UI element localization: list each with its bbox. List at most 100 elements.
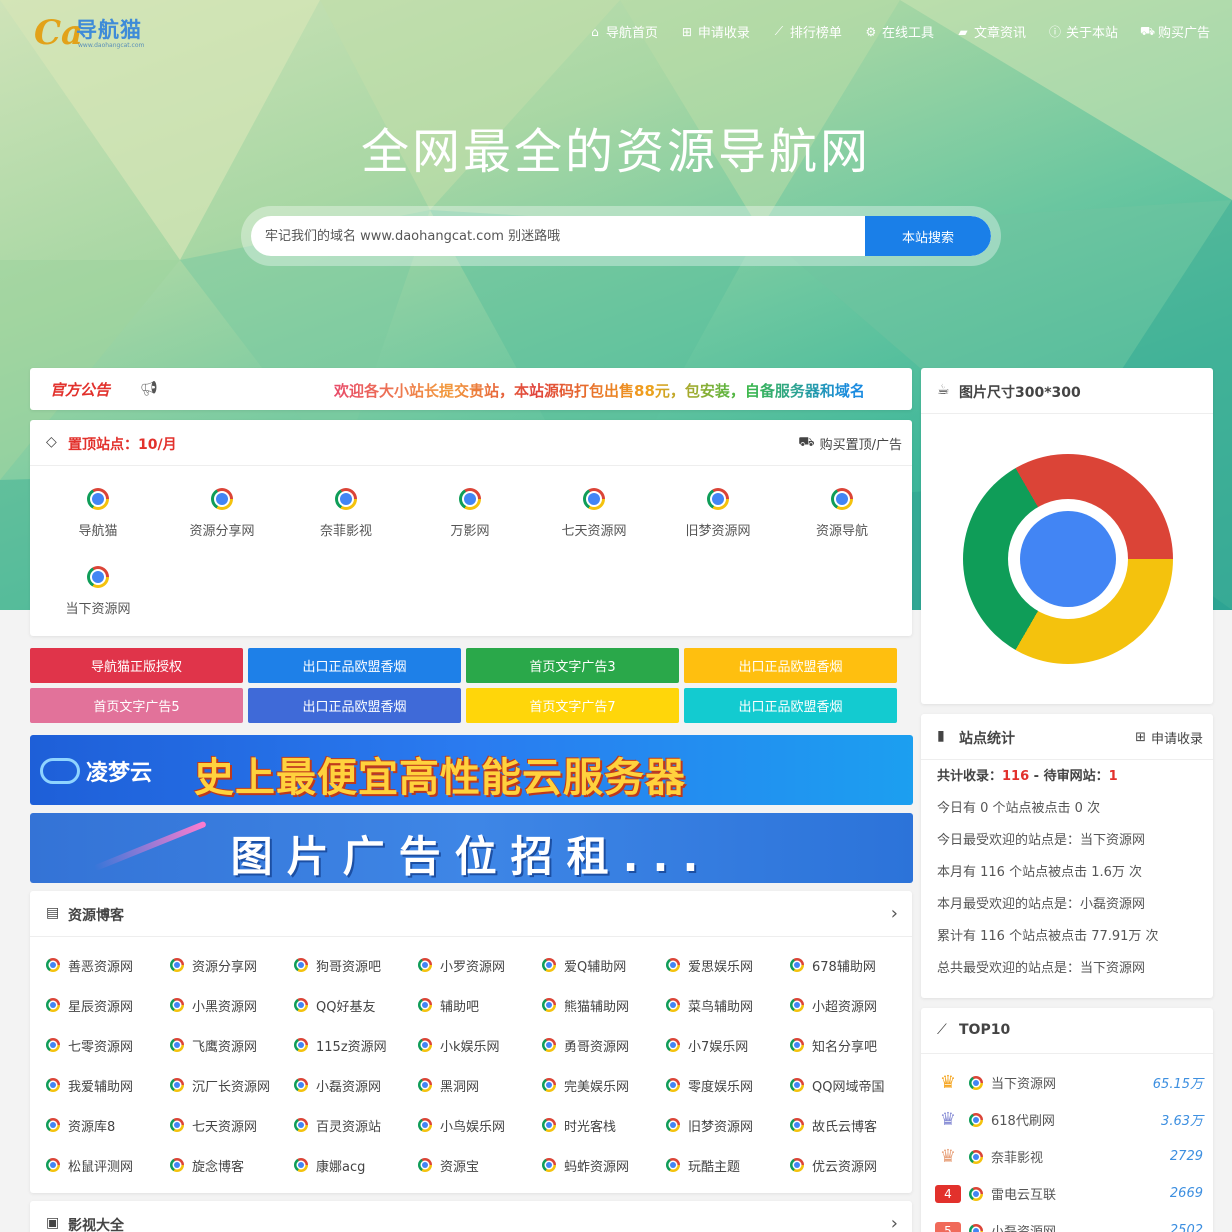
search-button[interactable]: 本站搜索 xyxy=(865,216,991,256)
site-link[interactable]: 我爱辅助网 xyxy=(46,1065,170,1105)
crown-icon: ♛ xyxy=(939,1109,957,1130)
site-link[interactable]: 康娜acg xyxy=(294,1145,418,1185)
site-link[interactable]: 故氏云博客 xyxy=(790,1105,914,1145)
site-link[interactable]: 勇哥资源网 xyxy=(542,1025,666,1065)
site-link[interactable]: 沉厂长资源网 xyxy=(170,1065,294,1105)
site-link[interactable]: 资源分享网 xyxy=(170,945,294,985)
site-link[interactable]: 辅助吧 xyxy=(418,985,542,1025)
site-link[interactable]: 七天资源网 xyxy=(170,1105,294,1145)
pinned-site[interactable]: 旧梦资源网 xyxy=(656,480,780,558)
text-ad-button[interactable]: 出口正品欧盟香烟 xyxy=(248,688,461,723)
rank-item[interactable]: 4 雷电云互联 2669 xyxy=(935,1175,1203,1212)
site-link[interactable]: 资源宝 xyxy=(418,1145,542,1185)
text-ad-button[interactable]: 出口正品欧盟香烟 xyxy=(248,648,461,683)
nav-buy-ads[interactable]: ⛟ 购买广告 xyxy=(1140,22,1210,42)
site-link[interactable]: 小黑资源网 xyxy=(170,985,294,1025)
chrome-icon xyxy=(969,1075,983,1090)
site-link[interactable]: 松鼠评测网 xyxy=(46,1145,170,1185)
rank-item[interactable]: ♛ 奈菲影视 2729 xyxy=(935,1138,1203,1175)
text-ad-button[interactable]: 首页文字广告5 xyxy=(30,688,243,723)
apply-link[interactable]: ⊞ 申请收录 xyxy=(1135,728,1203,747)
nav-home[interactable]: ⌂ 导航首页 xyxy=(588,22,658,42)
chrome-icon xyxy=(666,958,680,972)
site-link[interactable]: 小鸟娱乐网 xyxy=(418,1105,542,1145)
chrome-icon xyxy=(790,1078,804,1092)
site-link[interactable]: 爱思娱乐网 xyxy=(666,945,790,985)
rank-item[interactable]: ♛ 当下资源网 65.15万 xyxy=(935,1064,1203,1101)
text-ad-button[interactable]: 首页文字广告3 xyxy=(466,648,679,683)
rank-item[interactable]: 5 小磊资源网2502 xyxy=(935,1212,1203,1232)
site-link[interactable]: QQ网域帝国 xyxy=(790,1065,914,1105)
chevron-right-icon[interactable]: › xyxy=(891,1213,898,1232)
site-link[interactable]: 小k娱乐网 xyxy=(418,1025,542,1065)
site-link[interactable]: 优云资源网 xyxy=(790,1145,914,1185)
site-link[interactable]: 熊猫辅助网 xyxy=(542,985,666,1025)
search-bar: 本站搜索 xyxy=(241,206,1001,266)
main-nav: ⌂ 导航首页 ⊞ 申请收录 ⟋ 排行榜单 ⚙ 在线工具 ▰ 文章资讯 ⓘ 关于本… xyxy=(588,22,1210,42)
rank-number: 4 xyxy=(935,1184,961,1203)
site-link[interactable]: 七零资源网 xyxy=(46,1025,170,1065)
site-name: 小7娱乐网 xyxy=(688,1039,749,1055)
chrome-icon xyxy=(831,488,853,510)
chrome-icon xyxy=(418,958,432,972)
nav-articles[interactable]: ▰ 文章资讯 xyxy=(956,22,1026,42)
ad-rent-banner[interactable]: 图片广告位招租... xyxy=(30,813,913,883)
site-link[interactable]: 星辰资源网 xyxy=(46,985,170,1025)
chrome-icon xyxy=(969,1186,983,1201)
cloud-server-banner[interactable]: 凌梦云 史上最便宜高性能云服务器 xyxy=(30,735,913,805)
text-ad-button[interactable]: 首页文字广告7 xyxy=(466,688,679,723)
site-link[interactable]: QQ好基友 xyxy=(294,985,418,1025)
nav-tools[interactable]: ⚙ 在线工具 xyxy=(864,22,934,42)
banner-headline: 图片广告位招租... xyxy=(230,832,713,881)
text-ad-button[interactable]: 导航猫正版授权 xyxy=(30,648,243,683)
site-link[interactable]: 小超资源网 xyxy=(790,985,914,1025)
chrome-logo-image[interactable] xyxy=(963,454,1173,664)
site-link[interactable]: 小7娱乐网 xyxy=(666,1025,790,1065)
site-link[interactable]: 资源库8 xyxy=(46,1105,170,1145)
pinned-site[interactable]: 万影网 xyxy=(408,480,532,558)
site-link[interactable]: 旧梦资源网 xyxy=(666,1105,790,1145)
notice-marquee-text[interactable]: 欢迎各大小站长提交贵站，本站源码打包出售88元，包安装，自备服务器和域名 xyxy=(334,380,906,401)
nav-ranking[interactable]: ⟋ 排行榜单 xyxy=(772,22,842,41)
pinned-site[interactable]: 资源导航 xyxy=(780,480,904,558)
site-link[interactable]: 完美娱乐网 xyxy=(542,1065,666,1105)
pinned-site[interactable]: 当下资源网 xyxy=(36,558,160,636)
site-link[interactable]: 时光客栈 xyxy=(542,1105,666,1145)
pinned-site[interactable]: 导航猫 xyxy=(36,480,160,558)
site-link[interactable]: 菜鸟辅助网 xyxy=(666,985,790,1025)
site-link[interactable]: 狗哥资源吧 xyxy=(294,945,418,985)
site-logo[interactable]: Ca 导航猫 www.daohangcat.com xyxy=(34,12,164,56)
chrome-icon xyxy=(418,1118,432,1132)
chrome-icon xyxy=(542,1118,556,1132)
nav-apply[interactable]: ⊞ 申请收录 xyxy=(680,22,750,42)
site-link[interactable]: 旋念博客 xyxy=(170,1145,294,1185)
site-link[interactable]: 小罗资源网 xyxy=(418,945,542,985)
search-input[interactable] xyxy=(251,216,865,256)
site-link[interactable]: 飞鹰资源网 xyxy=(170,1025,294,1065)
site-link[interactable]: 黑洞网 xyxy=(418,1065,542,1105)
site-link[interactable]: 善恶资源网 xyxy=(46,945,170,985)
buy-pinned-link[interactable]: ⛟ 购买置顶/广告 xyxy=(798,434,902,453)
site-link[interactable]: 知名分享吧 xyxy=(790,1025,914,1065)
cloud-icon xyxy=(40,758,80,784)
nav-about[interactable]: ⓘ 关于本站 xyxy=(1048,22,1118,41)
pinned-site[interactable]: 七天资源网 xyxy=(532,480,656,558)
site-link[interactable]: 蚂蚱资源网 xyxy=(542,1145,666,1185)
pinned-site-name: 奈菲影视 xyxy=(319,524,372,539)
text-ad-button[interactable]: 出口正品欧盟香烟 xyxy=(684,648,897,683)
site-link[interactable]: 678辅助网 xyxy=(790,945,914,985)
pinned-site[interactable]: 奈菲影视 xyxy=(284,480,408,558)
chrome-icon xyxy=(666,1078,680,1092)
chevron-right-icon[interactable]: › xyxy=(891,903,898,924)
site-link[interactable]: 零度娱乐网 xyxy=(666,1065,790,1105)
rank-item[interactable]: ♛ 618代刷网 3.63万 xyxy=(935,1101,1203,1138)
site-link[interactable]: 爱Q辅助网 xyxy=(542,945,666,985)
site-link[interactable]: 玩酷主题 xyxy=(666,1145,790,1185)
site-link[interactable]: 115z资源网 xyxy=(294,1025,418,1065)
text-ad-button[interactable]: 出口正品欧盟香烟 xyxy=(684,688,897,723)
nav-label: 排行榜单 xyxy=(789,26,842,41)
site-link[interactable]: 百灵资源站 xyxy=(294,1105,418,1145)
site-name: 七天资源网 xyxy=(192,1119,258,1135)
site-link[interactable]: 小磊资源网 xyxy=(294,1065,418,1105)
pinned-site[interactable]: 资源分享网 xyxy=(160,480,284,558)
